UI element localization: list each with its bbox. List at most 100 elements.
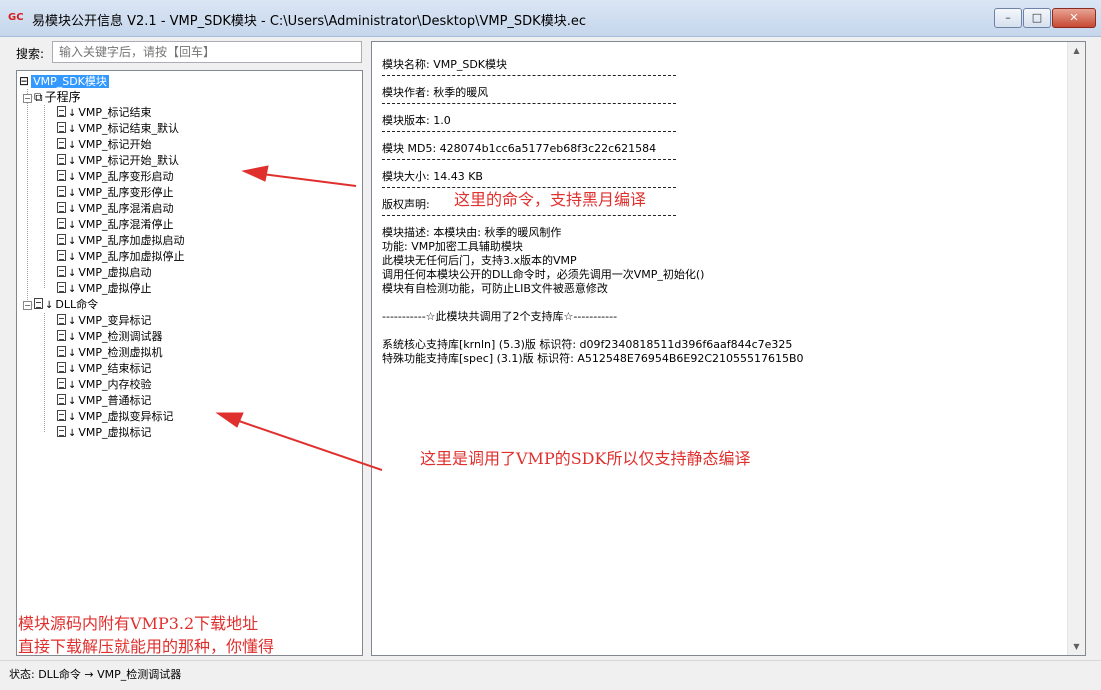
tree-group-label: DLL命令	[55, 298, 99, 311]
scroll-up-icon[interactable]: ▲	[1068, 42, 1085, 59]
document-icon	[57, 234, 66, 245]
tree-item[interactable]: ↓ VMP_乱序变形启动	[57, 169, 174, 185]
down-arrow-icon: ↓	[68, 204, 77, 215]
status-text: 状态: DLL命令 → VMP_检测调试器	[9, 668, 182, 681]
support-lib-line: 特殊功能支持库[spec] (3.1)版 标识符: A512548E76954B…	[382, 352, 804, 365]
annotation-static-compile-note: 这里是调用了VMP的SDK所以仅支持静态编译	[420, 449, 751, 468]
down-arrow-icon: ↓	[68, 220, 77, 231]
module-size: 模块大小: 14.43 KB	[382, 170, 483, 183]
down-arrow-icon: ↓	[68, 236, 77, 247]
tree-item[interactable]: ↓ VMP_结束标记	[57, 361, 152, 377]
search-input[interactable]	[52, 41, 362, 63]
tree-item[interactable]: ↓ VMP_检测调试器	[57, 329, 163, 345]
document-icon	[57, 330, 66, 341]
window-title: 易模块公开信息 V2.1 - VMP_SDK模块 - C:\Users\Admi…	[32, 14, 586, 29]
document-icon	[57, 106, 66, 117]
document-icon	[57, 362, 66, 373]
tree-item[interactable]: ↓ VMP_检测虚拟机	[57, 345, 163, 361]
separator-line	[382, 215, 676, 216]
module-copyright: 版权声明:	[382, 198, 430, 211]
separator-line	[382, 131, 676, 132]
tree-item[interactable]: ↓ VMP_虚拟启动	[57, 265, 152, 281]
tree-item-label: VMP_虚拟启动	[78, 266, 152, 279]
tree-item-label: VMP_检测调试器	[78, 330, 163, 343]
document-icon	[34, 298, 43, 309]
document-icon	[57, 346, 66, 357]
tree-item[interactable]: ↓ VMP_标记结束_默认	[57, 121, 179, 137]
tree-item[interactable]: ↓ VMP_标记结束	[57, 105, 152, 121]
tree-item-label: VMP_乱序变形停止	[78, 186, 174, 199]
document-icon	[57, 394, 66, 405]
search-label: 搜索:	[16, 47, 45, 61]
down-arrow-icon: ↓	[68, 316, 77, 327]
tree-item[interactable]: ↓ VMP_乱序加虚拟启动	[57, 233, 185, 249]
vertical-scrollbar[interactable]: ▲ ▼	[1067, 42, 1085, 655]
maximize-button[interactable]: □	[1023, 8, 1051, 28]
down-arrow-icon: ↓	[68, 156, 77, 167]
document-icon	[57, 154, 66, 165]
down-arrow-icon: ↓	[68, 108, 77, 119]
tree-item-label: VMP_标记开始	[78, 138, 152, 151]
down-arrow-icon: ↓	[45, 300, 54, 311]
annotation-blackmoon-note: 这里的命令，支持黑月编译	[454, 190, 647, 209]
down-arrow-icon: ↓	[68, 348, 77, 359]
document-icon	[57, 122, 66, 133]
module-name: 模块名称: VMP_SDK模块	[382, 58, 508, 71]
tree-item-label: VMP_标记结束	[78, 106, 152, 119]
minimize-button[interactable]: –	[994, 8, 1022, 28]
down-arrow-icon: ↓	[68, 428, 77, 439]
collapse-toggle-icon[interactable]: −	[23, 94, 32, 103]
tree-item[interactable]: ↓ VMP_乱序变形停止	[57, 185, 174, 201]
separator-line	[382, 75, 676, 76]
tree-item[interactable]: ↓ VMP_内存校验	[57, 377, 152, 393]
tree-item-label: VMP_变异标记	[78, 314, 152, 327]
module-author: 模块作者: 秋季的暖风	[382, 86, 489, 99]
down-arrow-icon: ↓	[68, 396, 77, 407]
tree-item-label: VMP_虚拟变异标记	[78, 410, 174, 423]
tree-item[interactable]: ↓ VMP_标记开始_默认	[57, 153, 179, 169]
down-arrow-icon: ↓	[68, 380, 77, 391]
document-icon	[57, 218, 66, 229]
document-icon	[57, 426, 66, 437]
tree-root-label: VMP_SDK模块	[31, 75, 109, 88]
tree-item[interactable]: ↓ VMP_乱序加虚拟停止	[57, 249, 185, 265]
document-icon	[57, 138, 66, 149]
tree-item-label: VMP_乱序加虚拟停止	[78, 250, 185, 263]
down-arrow-icon: ↓	[68, 252, 77, 263]
module-tree[interactable]: ⊟ VMP_SDK模块 − ⧉ 子程序 ↓ VMP_标记结束 ↓ VMP_标记结束_默认 ↓ V…	[16, 70, 363, 656]
tree-item[interactable]: ↓ VMP_普通标记	[57, 393, 152, 409]
tree-item[interactable]: ↓ VMP_虚拟停止	[57, 281, 152, 297]
tree-item-label: VMP_乱序加虚拟启动	[78, 234, 185, 247]
tree-item-label: VMP_内存校验	[78, 378, 152, 391]
tree-item-label: VMP_检测虚拟机	[78, 346, 163, 359]
document-icon	[57, 410, 66, 421]
tree-item[interactable]: ↓ VMP_乱序混淆启动	[57, 201, 174, 217]
tree-item-label: VMP_普通标记	[78, 394, 152, 407]
tree-item[interactable]: ↓ VMP_乱序混淆停止	[57, 217, 174, 233]
down-arrow-icon: ↓	[68, 284, 77, 295]
tree-item[interactable]: ↓ VMP_虚拟变异标记	[57, 409, 174, 425]
tree-item-label: VMP_乱序混淆启动	[78, 202, 174, 215]
down-arrow-icon: ↓	[68, 412, 77, 423]
module-description-line: 模块有自检测功能，可防止LIB文件被恶意修改	[382, 282, 608, 295]
tree-root[interactable]: ⊟ VMP_SDK模块	[19, 73, 109, 89]
support-libs-header: -----------☆此模块共调用了2个支持库☆-----------	[382, 310, 618, 323]
tree-item-label: VMP_虚拟标记	[78, 426, 152, 439]
down-arrow-icon: ↓	[68, 364, 77, 375]
tree-item[interactable]: ↓ VMP_虚拟标记	[57, 425, 152, 441]
close-button[interactable]: ✕	[1052, 8, 1096, 28]
tree-item[interactable]: ↓ VMP_标记开始	[57, 137, 152, 153]
collapse-toggle-icon[interactable]: −	[23, 301, 32, 310]
down-arrow-icon: ↓	[68, 268, 77, 279]
tree-group-dll-commands[interactable]: − ↓ DLL命令	[23, 297, 98, 313]
scroll-down-icon[interactable]: ▼	[1068, 638, 1085, 655]
tree-item[interactable]: ↓ VMP_变异标记	[57, 313, 152, 329]
module-version: 模块版本: 1.0	[382, 114, 451, 127]
down-arrow-icon: ↓	[68, 188, 77, 199]
document-icon	[57, 314, 66, 325]
tree-item-label: VMP_虚拟停止	[78, 282, 152, 295]
annotation-download-note-line2: 直接下载解压就能用的那种，你懂得	[18, 637, 275, 656]
module-info-panel[interactable]: 模块名称: VMP_SDK模块 模块作者: 秋季的暖风 模块版本: 1.0 模块…	[371, 41, 1086, 656]
tree-group-subprograms[interactable]: − ⧉ 子程序	[23, 89, 81, 105]
tree-item-label: VMP_乱序变形启动	[78, 170, 174, 183]
